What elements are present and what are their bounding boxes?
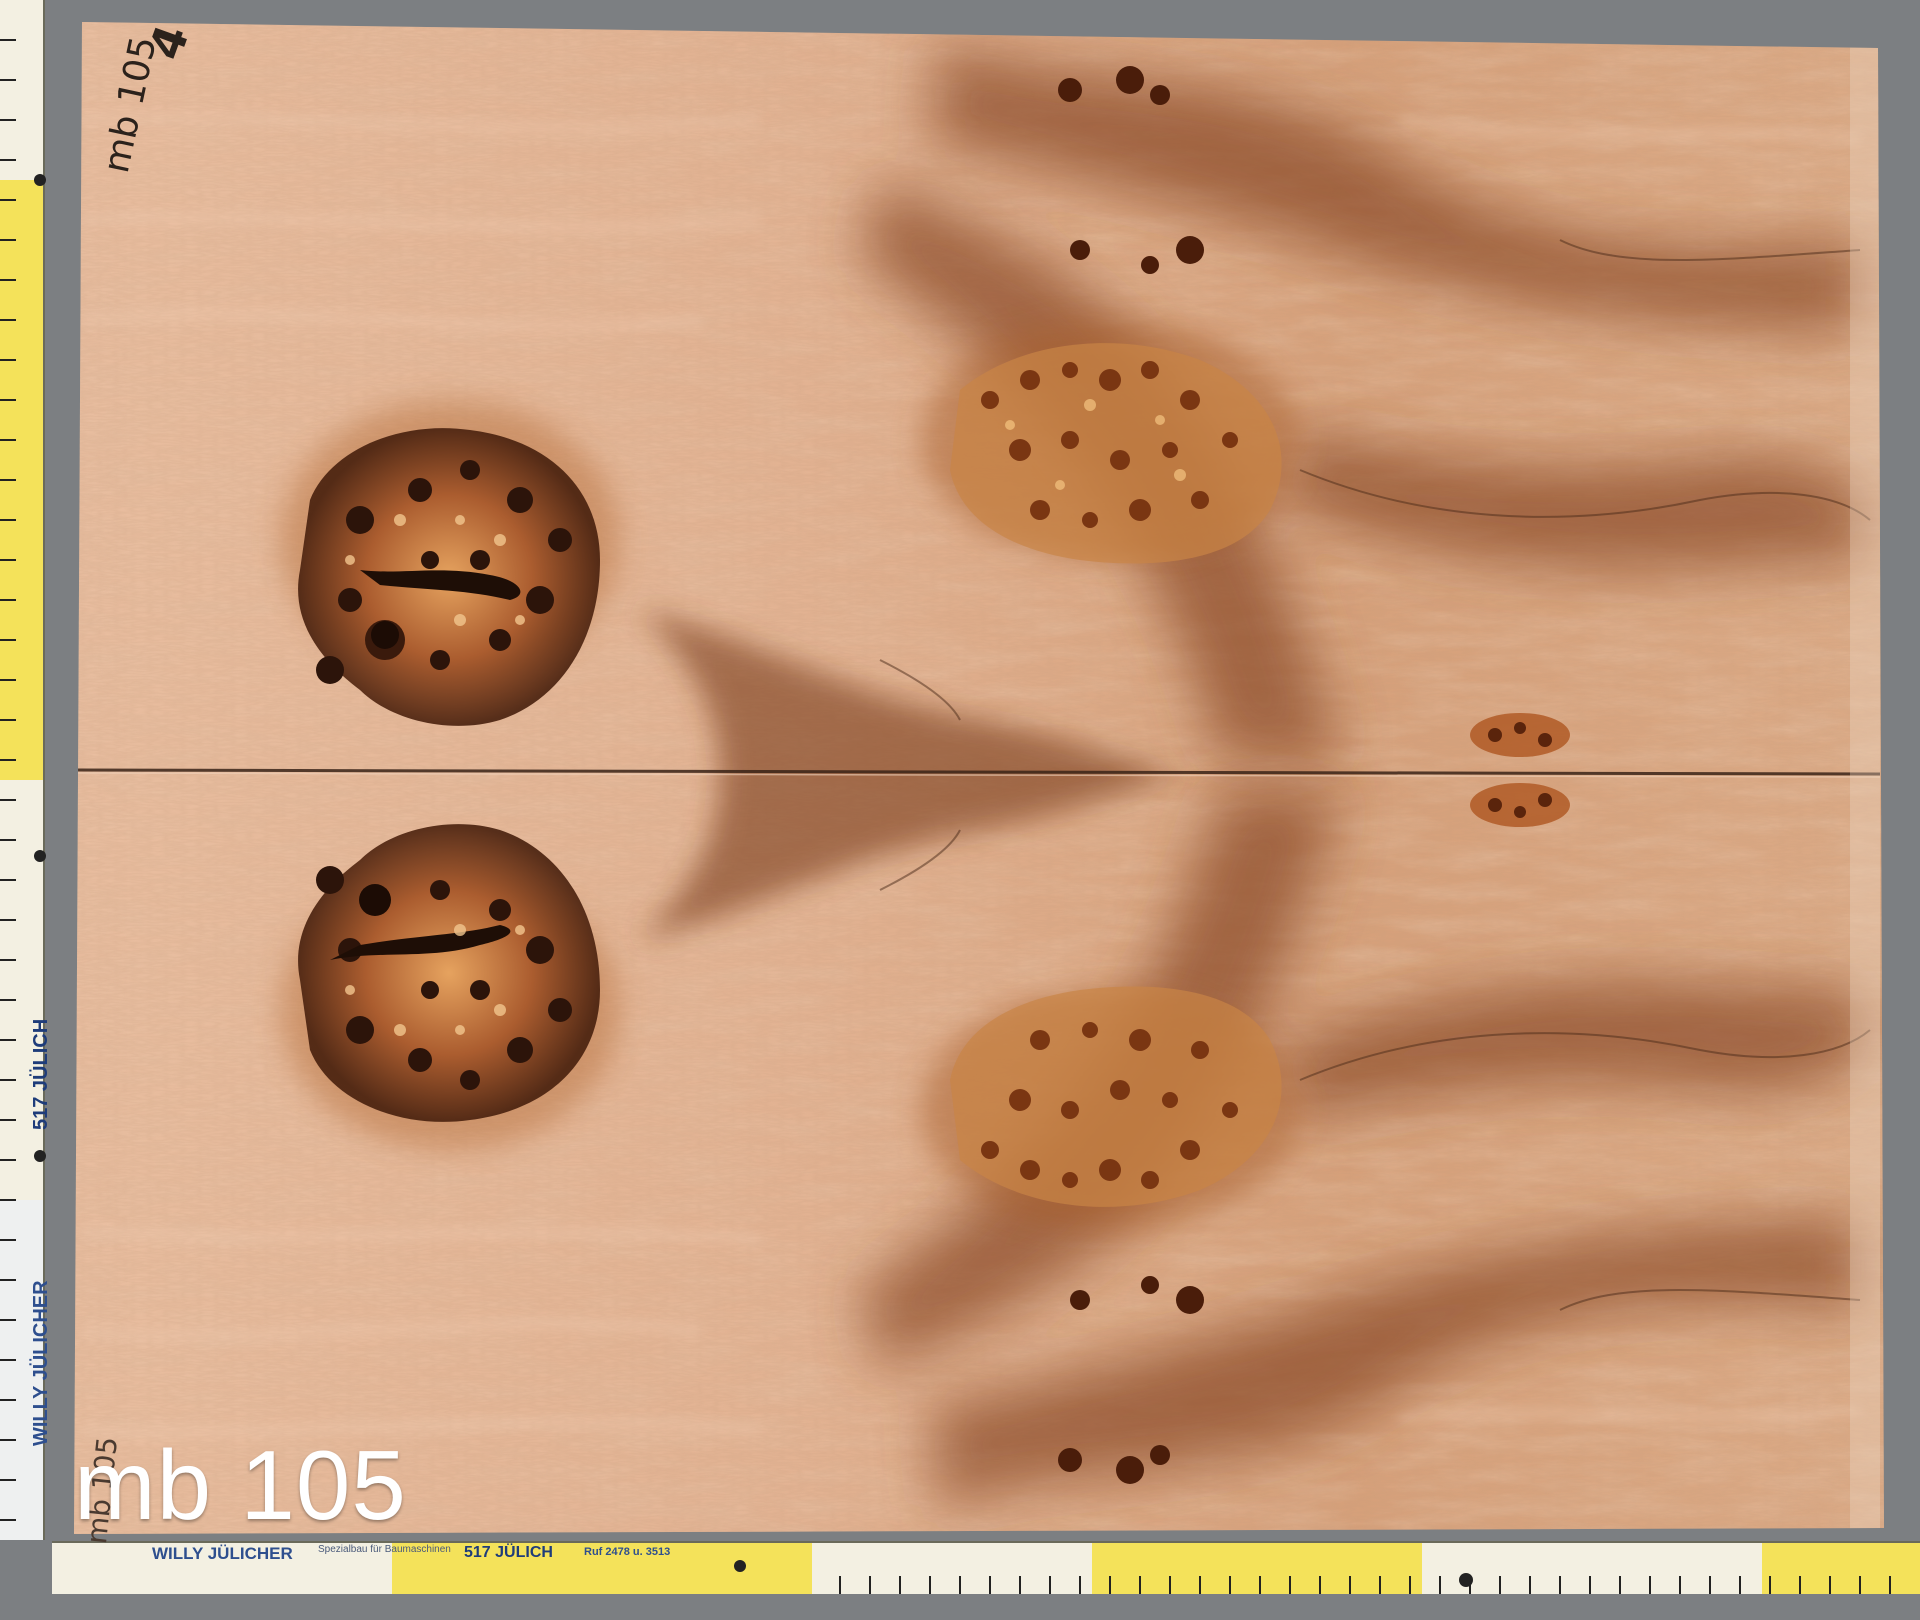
item-caption: mb 105 (74, 1430, 407, 1540)
vertical-ruler-brand: WILLY JÜLICHER (30, 1280, 52, 1446)
ruler-rivet (34, 1150, 46, 1162)
ruler-rivet (1459, 1573, 1473, 1587)
horizontal-ruler-city: 517 JÜLICH (464, 1544, 553, 1561)
ruler-rivet (34, 174, 46, 186)
horizontal-ruler-tagline: Spezialbau für Baumaschinen (318, 1544, 451, 1555)
photo-scene (0, 0, 1920, 1620)
ruler-rivet (734, 1560, 746, 1572)
wood-board (74, 22, 1884, 1534)
ruler-rivet (34, 850, 46, 862)
vertical-ruler-city: 517 JÜLICH (30, 1018, 52, 1130)
horizontal-ruler-phone: Ruf 2478 u. 3513 (584, 1546, 671, 1558)
horizontal-ruler-brand: WILLY JÜLICHER (152, 1544, 293, 1563)
